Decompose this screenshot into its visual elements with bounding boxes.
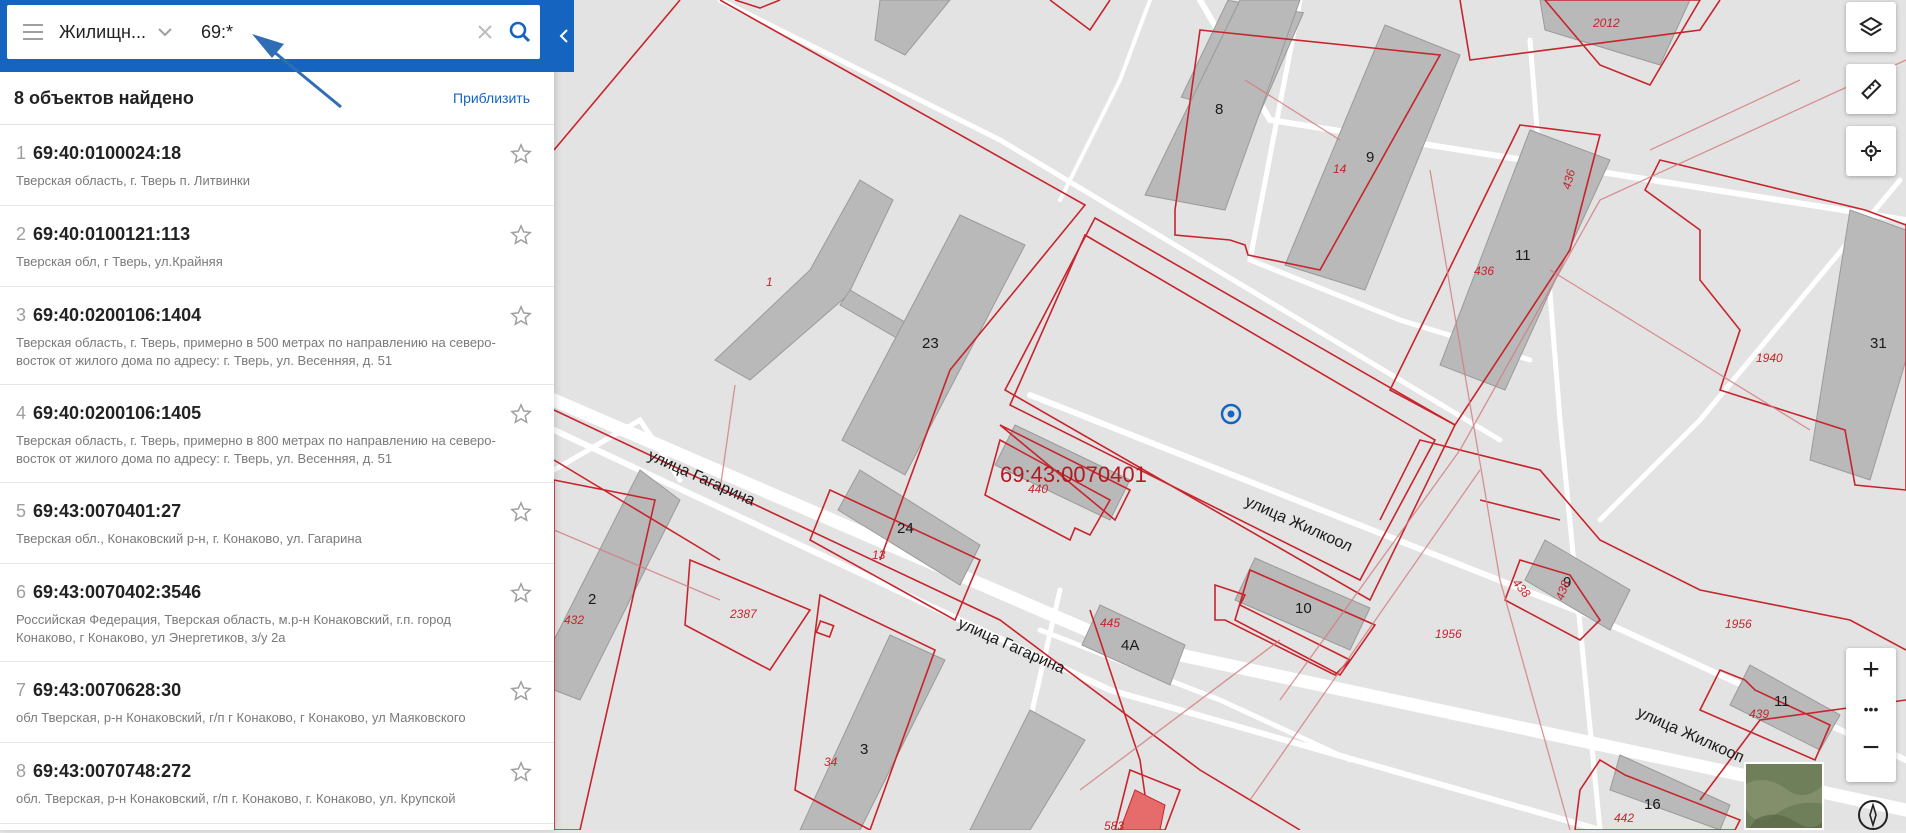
location-marker[interactable] xyxy=(1220,403,1242,425)
close-icon[interactable] xyxy=(470,18,500,46)
results-header: 8 объектов найдено Приблизить xyxy=(0,72,554,125)
locate-button[interactable] xyxy=(1846,126,1896,176)
collapse-panel-icon[interactable] xyxy=(554,0,574,72)
list-item[interactable]: 1 69:40:0100024:18 Тверская область, г. Т… xyxy=(0,125,554,206)
building-number: 2 xyxy=(588,591,596,608)
cadastral-number: 69:40:0100024:18 xyxy=(33,143,182,163)
selected-parcel[interactable] xyxy=(1119,789,1166,830)
parcel-number: 34 xyxy=(824,755,838,769)
zoom-controls: + ••• − xyxy=(1846,648,1896,782)
cadastral-number: 69:43:0070628:30 xyxy=(33,680,182,700)
parcel-number: 439 xyxy=(1749,707,1769,721)
result-address: Тверская область, г. Тверь п. Литвинки xyxy=(16,173,250,188)
hamburger-icon[interactable] xyxy=(7,5,59,59)
star-icon[interactable] xyxy=(510,224,532,246)
result-address: Российская Федерация, Тверская область, … xyxy=(16,612,451,645)
result-address: Тверская обл, г Тверь, ул.Крайняя xyxy=(16,254,223,269)
result-address: обл Тверская, р-н Конаковский, г/п г Кон… xyxy=(16,710,466,725)
star-icon[interactable] xyxy=(510,501,532,523)
result-number: 8 xyxy=(16,761,27,781)
star-icon[interactable] xyxy=(510,403,532,425)
results-panel: Жилищн... 69:* 8 объектов найдено Прибли… xyxy=(0,0,574,830)
building-number: 24 xyxy=(897,520,914,537)
search-input[interactable]: 69:* xyxy=(189,22,470,43)
category-filter[interactable]: Жилищн... xyxy=(59,22,189,43)
results-count: 8 объектов найдено xyxy=(14,88,194,108)
parcel-number: 14 xyxy=(1333,162,1347,176)
building-number: 23 xyxy=(922,335,939,352)
crosshair-icon xyxy=(1861,141,1881,161)
building-number: 4А xyxy=(1121,637,1139,654)
chevron-down-icon xyxy=(158,24,172,40)
category-filter-label: Жилищн... xyxy=(59,21,146,42)
building-number: 8 xyxy=(1215,101,1223,118)
search-box: Жилищн... 69:* xyxy=(7,5,540,59)
star-icon[interactable] xyxy=(510,582,532,604)
parcel-number: 440 xyxy=(1028,482,1048,496)
building-number: 3 xyxy=(860,741,868,758)
search-icon[interactable] xyxy=(500,5,540,59)
zoom-in-button[interactable]: + xyxy=(1846,648,1896,692)
basemap-switch-thumbnail[interactable] xyxy=(1744,762,1824,830)
result-number: 4 xyxy=(16,403,27,423)
parcel-number: 436 xyxy=(1474,264,1494,278)
parcel-number: 583 xyxy=(1104,819,1124,830)
result-address: обл. Тверская, р-н Конаковский, г/п г. К… xyxy=(16,791,456,806)
list-item[interactable]: 8 69:43:0070748:272 обл. Тверская, р-н Ко… xyxy=(0,743,554,824)
star-icon[interactable] xyxy=(510,305,532,327)
more-button[interactable]: ••• xyxy=(1846,692,1896,726)
parcel-number: 2387 xyxy=(729,607,758,621)
compass-icon[interactable] xyxy=(1858,800,1888,830)
zoom-to-results-link[interactable]: Приблизить xyxy=(453,90,530,106)
layers-button[interactable] xyxy=(1846,2,1896,52)
result-address: Тверская область, г. Тверь, примерно в 5… xyxy=(16,335,496,368)
star-icon[interactable] xyxy=(510,761,532,783)
cadastral-number: 69:43:0070401:27 xyxy=(33,501,182,521)
list-item[interactable]: 4 69:40:0200106:1405 Тверская область, г.… xyxy=(0,385,554,483)
result-number: 2 xyxy=(16,224,27,244)
measure-button[interactable] xyxy=(1846,64,1896,114)
cadastral-number: 69:40:0200106:1404 xyxy=(33,305,202,325)
list-item[interactable]: 6 69:43:0070402:3546 Российская Федерация… xyxy=(0,564,554,662)
results-list: 1 69:40:0100024:18 Тверская область, г. Т… xyxy=(0,125,554,824)
building-number: 31 xyxy=(1870,335,1887,352)
parcel-number: 1940 xyxy=(1756,351,1783,365)
parcel-number: 1956 xyxy=(1435,627,1462,641)
zoom-out-button[interactable]: − xyxy=(1846,726,1896,770)
result-number: 6 xyxy=(16,582,27,602)
result-number: 7 xyxy=(16,680,27,700)
parcel-number: 1956 xyxy=(1725,617,1752,631)
quarter-label: 69:43:0070401 xyxy=(1000,462,1147,487)
building-number: 9 xyxy=(1366,149,1374,166)
cadastral-number: 69:43:0070402:3546 xyxy=(33,582,202,602)
result-address: Тверская область, г. Тверь, примерно в 8… xyxy=(16,433,496,466)
building-number: 16 xyxy=(1644,796,1661,813)
cadastral-number: 69:40:0200106:1405 xyxy=(33,403,202,423)
ruler-icon xyxy=(1861,79,1882,100)
result-number: 3 xyxy=(16,305,27,325)
cadastral-number: 69:40:0100121:113 xyxy=(33,224,191,244)
building-number: 11 xyxy=(1774,693,1790,710)
result-number: 5 xyxy=(16,501,27,521)
parcel-number: 445 xyxy=(1100,616,1120,630)
list-item[interactable]: 2 69:40:0100121:113 Тверская обл, г Тверь… xyxy=(0,206,554,287)
search-bar: Жилищн... 69:* xyxy=(0,0,574,72)
list-item[interactable]: 7 69:43:0070628:30 обл Тверская, р-н Кона… xyxy=(0,662,554,743)
list-item[interactable]: 3 69:40:0200106:1404 Тверская область, г.… xyxy=(0,287,554,385)
building-number: 11 xyxy=(1515,247,1531,264)
parcel-number: 432 xyxy=(564,613,584,627)
result-number: 1 xyxy=(16,143,27,163)
building-number: 10 xyxy=(1295,600,1312,617)
parcel-number: 442 xyxy=(1614,811,1634,825)
parcel-number: 1 xyxy=(766,275,773,289)
parcel-number: 13 xyxy=(872,548,886,562)
list-item[interactable]: 5 69:43:0070401:27 Тверская обл., Конаков… xyxy=(0,483,554,564)
parcel-number: 2012 xyxy=(1592,16,1620,30)
star-icon[interactable] xyxy=(510,680,532,702)
star-icon[interactable] xyxy=(510,143,532,165)
layers-icon xyxy=(1859,16,1883,37)
cadastral-number: 69:43:0070748:272 xyxy=(33,761,192,781)
result-address: Тверская обл., Конаковский р-н, г. Конак… xyxy=(16,531,362,546)
